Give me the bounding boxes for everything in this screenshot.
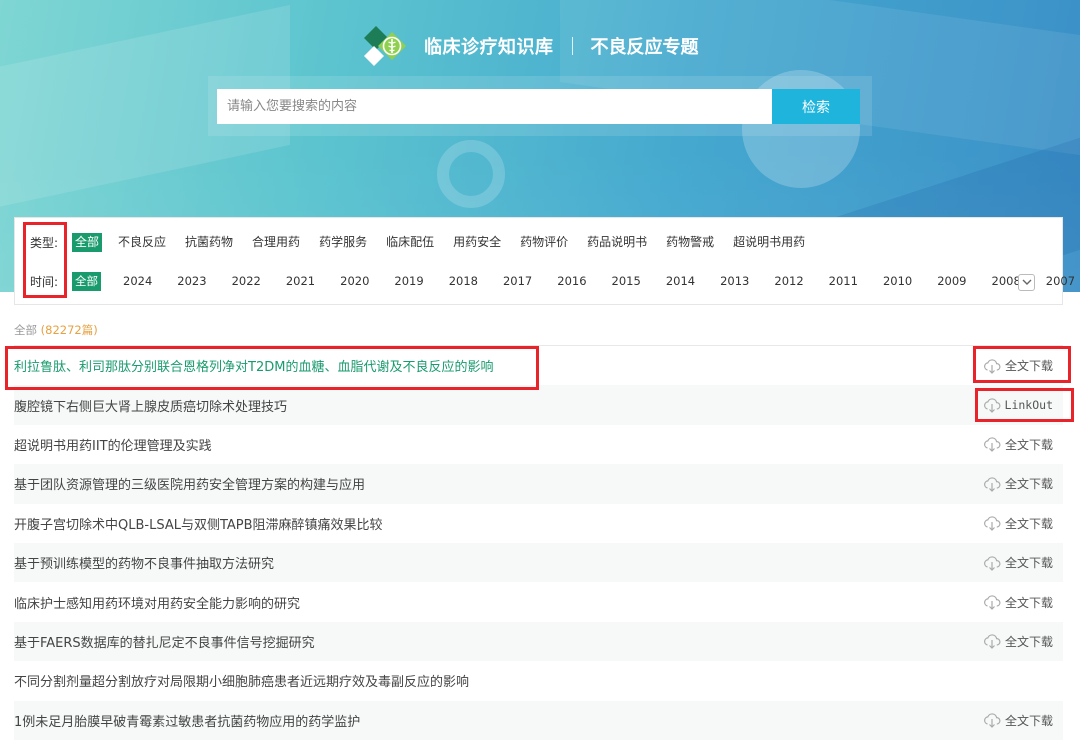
filter-panel: 类型: 全部 不良反应 抗菌药物 合理用药 药学服务 临床配伍 用药安全 药物评…: [14, 217, 1075, 305]
cloud-download-icon: [984, 713, 1001, 729]
download-fulltext-button[interactable]: 全文下载: [983, 515, 1053, 532]
result-title-link[interactable]: 腹腔镜下右侧巨大肾上腺皮质癌切除术处理技巧: [14, 396, 287, 415]
download-label: 全文下载: [1004, 634, 1053, 649]
result-summary: 全部 (82272篇): [14, 322, 98, 338]
chevron-down-icon: [1022, 279, 1031, 285]
list-item: 基于FAERS数据库的替扎尼定不良事件信号挖掘研究 全文下载: [14, 621, 1063, 662]
search-button[interactable]: 检索: [772, 89, 860, 124]
download-fulltext-button[interactable]: 全文下载: [983, 475, 1053, 492]
type-option-rational-use[interactable]: 合理用药: [249, 233, 303, 252]
cloud-download-icon: [984, 595, 1001, 610]
time-option-year[interactable]: 2016: [554, 272, 589, 291]
logo-icon[interactable]: [362, 24, 414, 68]
cloud-download-icon: [984, 477, 1001, 492]
result-title-link[interactable]: 开腹子宫切除术中QLB-LSAL与双侧TAPB阻滞麻醉镇痛效果比较: [14, 514, 383, 533]
time-option-year[interactable]: 2017: [500, 272, 535, 291]
download-label: 全文下载: [1004, 516, 1053, 531]
time-option-year[interactable]: 2024: [120, 272, 155, 291]
cloud-download-icon: [983, 398, 1000, 413]
list-item: 不同分割剂量超分割放疗对局限期小细胞肺癌患者近远期疗效及毒副反应的影响: [14, 661, 1063, 700]
result-title-link[interactable]: 基于团队资源管理的三级医院用药安全管理方案的构建与应用: [14, 474, 365, 493]
type-option-medication-safety[interactable]: 用药安全: [450, 233, 504, 252]
download-label: 全文下载: [1004, 477, 1053, 492]
download-fulltext-button[interactable]: 全文下载: [983, 436, 1053, 453]
time-option-all[interactable]: 全部: [72, 271, 101, 291]
cloud-download-icon: [984, 359, 1001, 374]
time-option-year[interactable]: 2011: [826, 272, 861, 291]
result-list: 利拉鲁肽、利司那肽分别联合恩格列净对T2DM的血糖、血脂代谢及不良反应的影响 全…: [14, 346, 1063, 740]
time-filter-row: 时间: 全部 2024 2023 2022 2021 2020 2019 201…: [15, 270, 1080, 292]
time-filter-label: 时间:: [30, 274, 59, 289]
type-option-pharmacovigilance[interactable]: 药物警戒: [663, 233, 717, 252]
download-fulltext-button[interactable]: 全文下载: [983, 594, 1053, 611]
time-option-year[interactable]: 2009: [934, 272, 969, 291]
result-title-link[interactable]: 基于预训练模型的药物不良事件抽取方法研究: [14, 553, 274, 572]
download-fulltext-button[interactable]: 全文下载: [983, 712, 1053, 729]
linkout-button[interactable]: LinkOut: [983, 397, 1053, 413]
time-option-year[interactable]: 2021: [283, 272, 318, 291]
type-option-drug-evaluation[interactable]: 药物评价: [517, 233, 571, 252]
time-option-year[interactable]: 2013: [717, 272, 752, 291]
search-input[interactable]: [217, 89, 772, 124]
type-option-all[interactable]: 全部: [72, 232, 103, 252]
time-option-year[interactable]: 2022: [229, 272, 264, 291]
list-item: 临床护士感知用药环境对用药安全能力影响的研究 全文下载: [14, 582, 1063, 621]
cloud-download-icon: [984, 437, 1001, 453]
type-option-compatibility[interactable]: 临床配伍: [383, 233, 437, 252]
type-filter-row: 类型: 全部 不良反应 抗菌药物 合理用药 药学服务 临床配伍 用药安全 药物评…: [15, 231, 821, 253]
list-item: 开腹子宫切除术中QLB-LSAL与双侧TAPB阻滞麻醉镇痛效果比较 全文下载: [14, 504, 1063, 543]
download-label: 全文下载: [1004, 359, 1053, 374]
banner-ring-decoration: [437, 140, 505, 208]
list-item: 腹腔镜下右侧巨大肾上腺皮质癌切除术处理技巧 LinkOut: [14, 385, 1063, 425]
download-label: 全文下载: [1004, 713, 1053, 728]
list-item: 基于预训练模型的药物不良事件抽取方法研究 全文下载: [14, 542, 1063, 583]
time-option-year[interactable]: 2012: [771, 272, 806, 291]
cloud-download-icon: [984, 516, 1001, 532]
time-option-year[interactable]: 2015: [609, 272, 644, 291]
time-option-year[interactable]: 2020: [337, 272, 372, 291]
download-fulltext-button[interactable]: 全文下载: [983, 554, 1053, 571]
type-filter-label: 类型:: [30, 235, 59, 250]
result-title-link[interactable]: 1例未足月胎膜早破青霉素过敏患者抗菌药物应用的药学监护: [14, 711, 360, 730]
result-title-link[interactable]: 利拉鲁肽、利司那肽分别联合恩格列净对T2DM的血糖、血脂代谢及不良反应的影响: [14, 356, 493, 375]
time-option-year[interactable]: 2018: [446, 272, 481, 291]
cloud-download-icon: [984, 556, 1001, 571]
type-option-drug-label[interactable]: 药品说明书: [584, 233, 650, 252]
result-title-link[interactable]: 超说明书用药IIT的伦理管理及实践: [14, 435, 212, 454]
list-item: 超说明书用药IIT的伦理管理及实践 全文下载: [14, 425, 1063, 464]
download-fulltext-button[interactable]: 全文下载: [983, 357, 1053, 374]
time-option-year[interactable]: 2010: [880, 272, 915, 291]
download-label: 全文下载: [1004, 595, 1053, 610]
list-item: 利拉鲁肽、利司那肽分别联合恩格列净对T2DM的血糖、血脂代谢及不良反应的影响 全…: [14, 346, 1063, 385]
list-item: 1例未足月胎膜早破青霉素过敏患者抗菌药物应用的药学监护 全文下载: [14, 700, 1063, 740]
summary-label: 全部: [14, 323, 37, 337]
brand-header: 临床诊疗知识库 不良反应专题: [362, 24, 699, 68]
expand-years-button[interactable]: [1018, 274, 1035, 291]
type-option-adverse-reaction[interactable]: 不良反应: [115, 233, 169, 252]
time-option-year[interactable]: 2019: [391, 272, 426, 291]
type-option-antibacterial[interactable]: 抗菌药物: [182, 233, 236, 252]
download-label: 全文下载: [1004, 556, 1053, 571]
result-title-link[interactable]: 基于FAERS数据库的替扎尼定不良事件信号挖掘研究: [14, 632, 315, 651]
site-name: 临床诊疗知识库: [424, 37, 554, 58]
list-item: 基于团队资源管理的三级医院用药安全管理方案的构建与应用 全文下载: [14, 464, 1063, 504]
download-label: 全文下载: [1004, 437, 1053, 452]
brand-separator: [571, 37, 573, 55]
type-option-pharmacy-service[interactable]: 药学服务: [316, 233, 370, 252]
download-fulltext-button[interactable]: 全文下载: [983, 633, 1053, 650]
result-title-link[interactable]: 临床护士感知用药环境对用药安全能力影响的研究: [14, 593, 300, 612]
type-option-off-label[interactable]: 超说明书用药: [730, 233, 808, 252]
result-title-link[interactable]: 不同分割剂量超分割放疗对局限期小细胞肺癌患者近远期疗效及毒副反应的影响: [14, 671, 469, 690]
cloud-download-icon: [984, 634, 1001, 650]
time-option-year[interactable]: 2014: [663, 272, 698, 291]
topic-title: 不良反应专题: [590, 37, 699, 58]
linkout-label: LinkOut: [1004, 398, 1053, 413]
result-count: (82272篇): [40, 323, 98, 337]
time-option-year[interactable]: 2023: [174, 272, 209, 291]
time-option-year[interactable]: 2007: [1043, 272, 1078, 291]
